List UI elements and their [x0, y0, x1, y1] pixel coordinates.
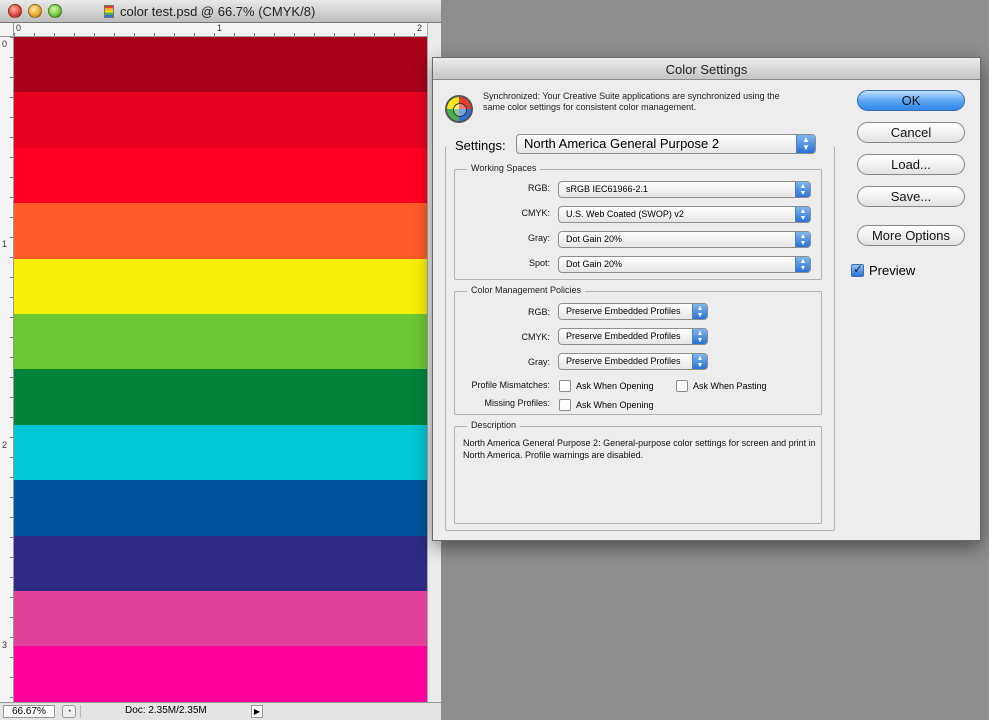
- vertical-ruler[interactable]: 0 1 2 3: [0, 37, 14, 702]
- select-arrows-icon: ▲ ▼: [692, 304, 707, 319]
- select-arrows-icon: ▲ ▼: [795, 232, 810, 247]
- working-cmyk-label: CMYK:: [521, 208, 550, 218]
- description-text: North America General Purpose 2: General…: [463, 438, 816, 460]
- policy-gray-select[interactable]: Preserve Embedded Profiles ▲ ▼: [558, 353, 708, 370]
- select-arrows-icon: ▲ ▼: [795, 257, 810, 272]
- policy-gray-value: Preserve Embedded Profiles: [566, 356, 681, 366]
- working-gray-label: Gray:: [527, 233, 550, 243]
- policy-rgb-select[interactable]: Preserve Embedded Profiles ▲ ▼: [558, 303, 708, 320]
- psd-file-icon: [104, 5, 114, 18]
- working-gray-value: Dot Gain 20%: [566, 234, 623, 244]
- ruler-tick-label: 0: [2, 39, 8, 49]
- color-stripe: [14, 203, 427, 259]
- mismatch-ask-when-pasting-label[interactable]: Ask When Pasting: [693, 381, 767, 391]
- minimize-window-button[interactable]: [28, 4, 42, 18]
- policy-cmyk-label: CMYK:: [521, 332, 550, 342]
- more-options-button[interactable]: More Options: [857, 225, 965, 246]
- select-arrows-icon: ▲ ▼: [692, 329, 707, 344]
- mismatch-ask-when-opening-checkbox[interactable]: [559, 380, 571, 392]
- missing-profiles-label: Missing Profiles:: [484, 398, 550, 408]
- working-spot-label: Spot:: [528, 258, 550, 268]
- color-stripe: [14, 535, 427, 591]
- color-stripe: [14, 37, 427, 93]
- dialog-title: Color Settings: [665, 62, 748, 77]
- close-window-button[interactable]: [8, 4, 22, 18]
- working-spaces-legend: Working Spaces: [467, 163, 541, 173]
- document-window: color test.psd @ 66.7% (CMYK/8) 0 1 2 0 …: [0, 0, 441, 720]
- ruler-tick-label: 1: [2, 239, 8, 249]
- preview-checkbox[interactable]: [851, 262, 864, 277]
- color-stripe: [14, 147, 427, 204]
- color-stripe: [14, 258, 427, 314]
- color-sync-icon: [445, 95, 473, 123]
- select-arrows-icon: ▲ ▼: [692, 354, 707, 369]
- mismatch-ask-when-pasting-checkbox[interactable]: [676, 380, 688, 392]
- working-rgb-label: RGB:: [527, 183, 550, 193]
- document-title: color test.psd @ 66.7% (CMYK/8): [104, 4, 315, 19]
- ruler-tick-label: 0: [16, 23, 22, 33]
- missing-ask-when-opening-label[interactable]: Ask When Opening: [576, 400, 654, 410]
- zoom-level-field[interactable]: 66.67%: [3, 705, 55, 718]
- document-canvas[interactable]: [14, 37, 427, 702]
- document-titlebar[interactable]: color test.psd @ 66.7% (CMYK/8): [0, 0, 441, 23]
- working-rgb-value: sRGB IEC61966-2.1: [566, 184, 649, 194]
- color-stripe: [14, 92, 427, 148]
- working-gray-select[interactable]: Dot Gain 20% ▲ ▼: [558, 231, 811, 248]
- horizontal-ruler[interactable]: 0 1 2: [14, 23, 427, 37]
- ruler-tick-label: 3: [2, 640, 8, 650]
- ruler-origin[interactable]: [0, 23, 14, 37]
- working-rgb-select[interactable]: sRGB IEC61966-2.1 ▲ ▼: [558, 181, 811, 198]
- color-stripe: [14, 424, 427, 481]
- policy-rgb-value: Preserve Embedded Profiles: [566, 306, 681, 316]
- color-stripe: [14, 590, 427, 647]
- preview-label[interactable]: Preview: [869, 263, 915, 278]
- color-stripe: [14, 646, 427, 702]
- cancel-button[interactable]: Cancel: [857, 122, 965, 143]
- select-arrows-icon: ▲ ▼: [795, 207, 810, 222]
- description-group: Description North America General Purpos…: [454, 420, 822, 524]
- color-management-policies-group: Color Management Policies RGB: Preserve …: [454, 285, 822, 415]
- policy-cmyk-value: Preserve Embedded Profiles: [566, 331, 681, 341]
- working-spot-value: Dot Gain 20%: [566, 259, 623, 269]
- working-cmyk-value: U.S. Web Coated (SWOP) v2: [566, 209, 684, 219]
- document-title-text: color test.psd @ 66.7% (CMYK/8): [120, 4, 316, 19]
- working-cmyk-select[interactable]: U.S. Web Coated (SWOP) v2 ▲ ▼: [558, 206, 811, 223]
- mismatch-ask-when-opening-label[interactable]: Ask When Opening: [576, 381, 654, 391]
- policy-cmyk-select[interactable]: Preserve Embedded Profiles ▲ ▼: [558, 328, 708, 345]
- working-spot-select[interactable]: Dot Gain 20% ▲ ▼: [558, 256, 811, 273]
- color-stripe: [14, 369, 427, 425]
- dialog-titlebar[interactable]: Color Settings: [433, 58, 980, 80]
- color-stripe: [14, 480, 427, 536]
- ruler-tick-label: 1: [217, 23, 223, 33]
- status-info-icon[interactable]: ◔: [62, 705, 76, 718]
- save-button[interactable]: Save...: [857, 186, 965, 207]
- load-button[interactable]: Load...: [857, 154, 965, 175]
- policy-rgb-label: RGB:: [527, 307, 550, 317]
- color-settings-dialog: Color Settings Synchronized: Your Creati…: [432, 57, 981, 541]
- description-legend: Description: [467, 420, 521, 430]
- status-bar: 66.67% ◔ Doc: 2.35M/2.35M ▶: [0, 702, 441, 720]
- sync-status-text: Synchronized: Your Creative Suite applic…: [483, 91, 780, 112]
- zoom-window-button[interactable]: [48, 4, 62, 18]
- profile-mismatches-label: Profile Mismatches:: [471, 380, 550, 390]
- status-menu-arrow-icon[interactable]: ▶: [251, 705, 263, 718]
- missing-ask-when-opening-checkbox[interactable]: [559, 399, 571, 411]
- document-size-info: Doc: 2.35M/2.35M: [80, 705, 252, 718]
- color-stripe: [14, 313, 427, 370]
- ok-button[interactable]: OK: [857, 90, 965, 111]
- ruler-tick-label: 2: [417, 23, 423, 33]
- ruler-tick-label: 2: [2, 440, 8, 450]
- policy-gray-label: Gray:: [527, 357, 550, 367]
- policies-legend: Color Management Policies: [467, 285, 586, 295]
- select-arrows-icon: ▲ ▼: [795, 182, 810, 197]
- working-spaces-group: Working Spaces RGB: sRGB IEC61966-2.1 ▲ ▼…: [454, 163, 822, 280]
